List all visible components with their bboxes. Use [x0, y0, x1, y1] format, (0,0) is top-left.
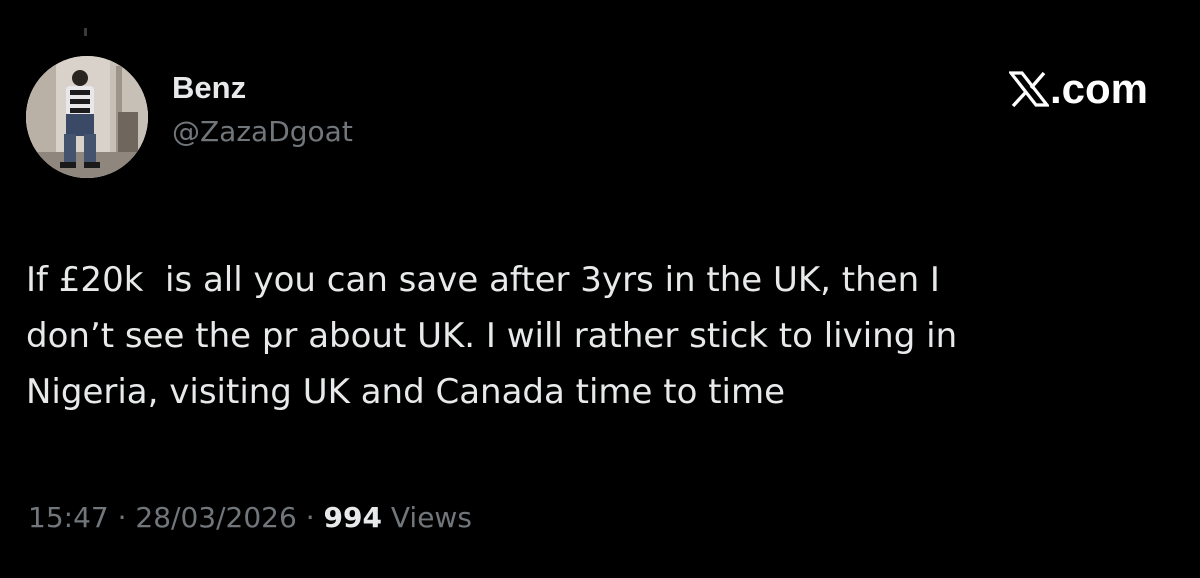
- meta-separator: ·: [305, 501, 315, 534]
- tweet-card: Benz @ZazaDgoat .com If £20k is all you …: [0, 0, 1200, 578]
- brand-domain: .com: [1049, 65, 1148, 112]
- avatar-photo: [26, 56, 148, 178]
- tweet-text: If £20k is all you can save after 3yrs i…: [26, 260, 958, 412]
- decorative-mark: [84, 28, 87, 36]
- views-label: Views: [390, 501, 472, 534]
- meta-separator: ·: [117, 501, 127, 534]
- x-logo-icon: [1008, 71, 1049, 108]
- display-name[interactable]: Benz: [172, 70, 353, 106]
- avatar[interactable]: [26, 56, 148, 178]
- user-info: Benz @ZazaDgoat: [172, 70, 353, 152]
- tweet-metadata: 15:47 · 28/03/2026 · 994 Views: [28, 498, 472, 538]
- tweet-date[interactable]: 28/03/2026: [135, 501, 296, 534]
- views-count[interactable]: 994: [324, 501, 382, 534]
- tweet-time[interactable]: 15:47: [28, 501, 109, 534]
- brand-logo: .com: [1008, 65, 1148, 112]
- user-handle[interactable]: @ZazaDgoat: [172, 112, 353, 152]
